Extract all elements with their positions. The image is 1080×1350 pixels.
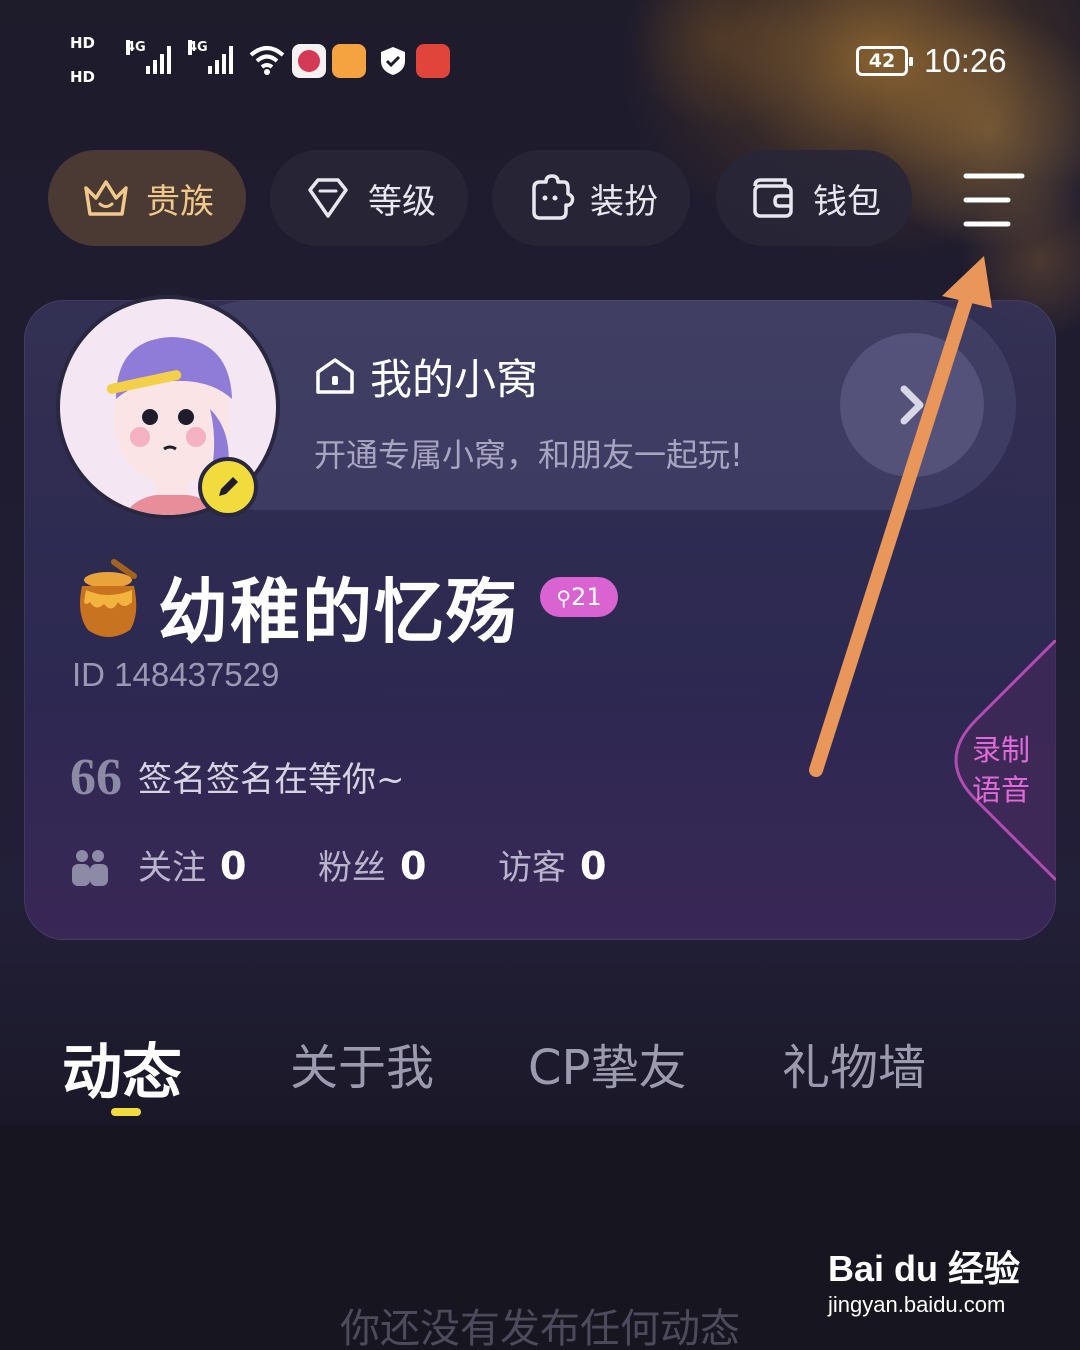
visitors-label: 访客 [498, 848, 566, 888]
fans-count: 0 [400, 844, 427, 888]
tab-feed[interactable]: 动态 [62, 1024, 182, 1111]
wallet-button[interactable]: 钱包 [716, 150, 912, 246]
level-button[interactable]: 等级 [270, 150, 468, 246]
menu-icon[interactable] [950, 160, 1030, 240]
edit-avatar-button[interactable] [198, 457, 258, 517]
signature[interactable]: 签名签名在等你~ [138, 752, 405, 801]
record-voice-label[interactable]: 录制语音 [972, 730, 1042, 810]
user-level-badge[interactable]: ⚲21 [540, 577, 618, 617]
following-label: 关注 [138, 848, 206, 888]
clock: 10:26 [924, 42, 1007, 79]
level-key-icon: ⚲ [556, 586, 572, 610]
battery-icon: 42 [856, 46, 913, 76]
honey-jar-icon [80, 559, 137, 637]
visitors-count: 0 [580, 844, 607, 888]
user-id: ID 148437529 [72, 656, 280, 693]
hd-indicator-1: HD [70, 34, 96, 52]
level-label: 等级 [368, 181, 436, 222]
tab-cp-friends[interactable]: CP挚友 [528, 1028, 686, 1098]
user-level-value: 21 [571, 583, 602, 611]
noble-label: 贵族 [146, 181, 214, 222]
wallet-icon [753, 178, 793, 218]
taobao-notification-icon [332, 44, 366, 78]
app-notification-icon-2 [416, 44, 450, 78]
wifi-icon [249, 46, 285, 75]
puzzle-icon [532, 174, 575, 220]
watermark-url: jingyan.baidu.com [828, 1292, 1006, 1317]
signal-icon-2: 4G [188, 40, 233, 74]
nest-subtitle: 开通专属小窝，和朋友一起玩! [314, 436, 743, 474]
quote-icon: 66 [70, 749, 122, 806]
shield-icon [381, 47, 405, 75]
following-stat[interactable]: 关注 0 [138, 840, 246, 889]
crown-icon [84, 180, 128, 216]
wallet-label: 钱包 [813, 181, 881, 222]
pencil-icon [219, 477, 238, 496]
tab-indicator [111, 1108, 141, 1116]
dressup-button[interactable]: 装扮 [492, 150, 690, 246]
tab-gift-wall[interactable]: 礼物墙 [782, 1028, 926, 1098]
tab-about-me[interactable]: 关于我 [290, 1028, 434, 1098]
home-icon [316, 358, 354, 394]
nest-title: 我的小窝 [370, 355, 539, 404]
diamond-icon [308, 178, 348, 218]
people-icon [72, 850, 108, 886]
dressup-label: 装扮 [590, 181, 658, 222]
status-bar: HD HD 4G 4G 42 10:26 [0, 30, 1080, 100]
hd-indicator-2: HD [70, 68, 96, 86]
baidu-watermark: Bai du 经验 jingyan.baidu.com [828, 1240, 1028, 1318]
fans-label: 粉丝 [318, 848, 386, 888]
chevron-right-icon [900, 385, 924, 425]
app-notification-icon-1 [292, 44, 326, 78]
noble-button[interactable]: 贵族 [48, 150, 246, 246]
visitors-stat[interactable]: 访客 0 [498, 840, 606, 889]
watermark-logo: Bai du 经验 [828, 1248, 1021, 1289]
nickname: 幼稚的忆殇 [158, 571, 518, 653]
fans-stat[interactable]: 粉丝 0 [318, 840, 426, 889]
signal-icon-1: 4G [126, 40, 171, 74]
following-count: 0 [220, 844, 247, 888]
nest-enter-button[interactable] [840, 333, 984, 477]
